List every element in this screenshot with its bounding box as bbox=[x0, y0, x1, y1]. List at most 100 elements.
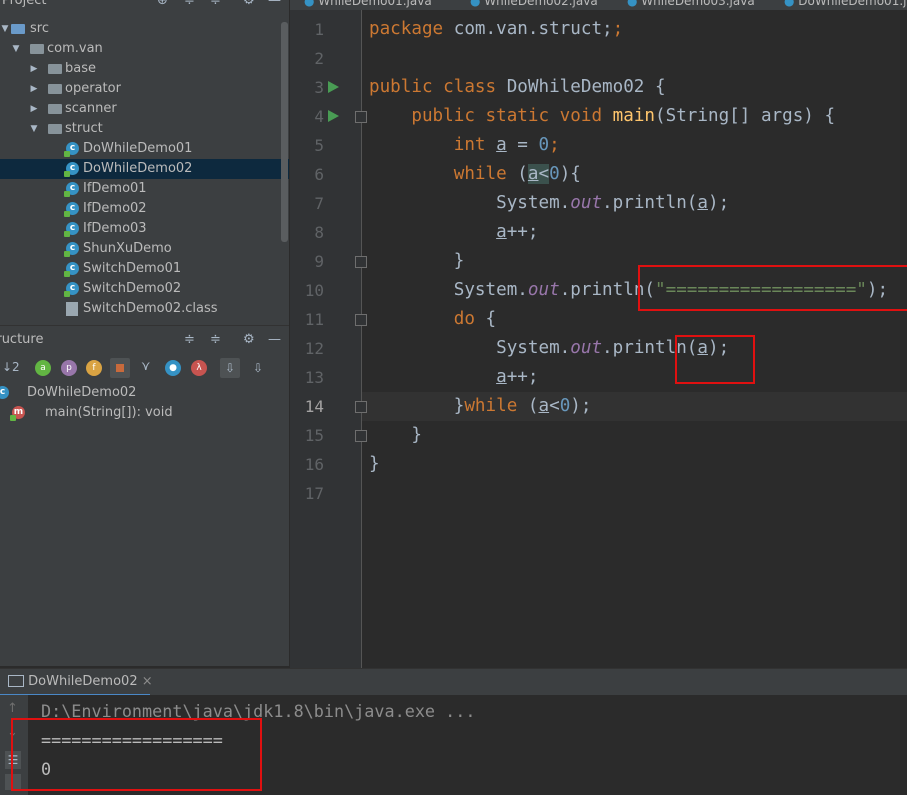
chevron-down-icon[interactable]: ▼ bbox=[0, 19, 10, 39]
run-main-icon[interactable] bbox=[328, 110, 339, 122]
tree-item-base[interactable]: ▶ base bbox=[0, 59, 289, 79]
tree-item-class-file[interactable]: SwitchDemo02.class bbox=[0, 299, 289, 319]
collapse-all-icon[interactable]: ≑ bbox=[210, 326, 221, 354]
non-public-icon[interactable] bbox=[110, 358, 130, 378]
line-number: 12 bbox=[304, 339, 324, 358]
fold-icon[interactable] bbox=[355, 430, 367, 442]
java-class-icon: c bbox=[64, 262, 79, 277]
structure-panel-title[interactable]: Structure bbox=[0, 326, 43, 354]
line-number: 9 bbox=[314, 252, 324, 271]
locate-icon[interactable]: ⊕ bbox=[157, 0, 168, 8]
code-line: int a = 0; bbox=[453, 135, 560, 155]
tree-item-label: DoWhileDemo02 bbox=[83, 161, 193, 176]
tab-label: WhileDemo03.java bbox=[641, 0, 755, 8]
tree-item-struct[interactable]: ▼ struct bbox=[0, 119, 289, 139]
tree-item-label: scanner bbox=[65, 101, 117, 116]
inherited-icon[interactable]: ⋎ bbox=[141, 359, 151, 374]
tab-whiledemo03[interactable]: ● WhileDemo03.java bbox=[627, 0, 755, 8]
java-class-icon: ● bbox=[784, 0, 799, 8]
console-icon bbox=[8, 674, 24, 687]
expand-all-icon[interactable]: ≑ bbox=[210, 0, 221, 8]
show-members-icon[interactable]: ● bbox=[165, 360, 181, 376]
source-folder-icon bbox=[11, 24, 25, 34]
run-class-icon[interactable] bbox=[328, 81, 339, 93]
chevron-down-icon[interactable]: ▼ bbox=[11, 39, 21, 59]
project-panel-title[interactable]: Project bbox=[2, 0, 46, 8]
autoscroll-to-source-icon[interactable]: ⇩ bbox=[220, 358, 240, 378]
close-icon[interactable]: × bbox=[142, 674, 153, 689]
tree-item-label: struct bbox=[65, 121, 103, 136]
tree-item-label: src bbox=[30, 21, 49, 36]
java-class-icon: c bbox=[64, 222, 79, 237]
field-icon[interactable]: f bbox=[86, 360, 102, 376]
code-line: do { bbox=[453, 309, 497, 329]
project-panel: Project ⊕ ≑ ≑ ⚙ — ▼ src ▼ com.van ▶ base… bbox=[0, 0, 289, 325]
tab-whiledemo01[interactable]: ● WhileDemo01.java bbox=[304, 0, 432, 8]
tree-item-label: DoWhileDemo01 bbox=[83, 141, 193, 156]
tab-dowhiledemo01[interactable]: ● DoWhileDemo01.j bbox=[784, 0, 906, 8]
code-line: } bbox=[369, 454, 380, 474]
autoscroll-from-source-icon[interactable]: ⇩ bbox=[248, 358, 268, 378]
tree-item-label: IfDemo02 bbox=[83, 201, 147, 216]
tree-item-class[interactable]: c IfDemo01 bbox=[0, 179, 289, 199]
package-icon bbox=[30, 44, 44, 54]
fold-icon[interactable] bbox=[355, 256, 367, 268]
tree-item-com-van[interactable]: ▼ com.van bbox=[0, 39, 289, 59]
fold-icon[interactable] bbox=[355, 401, 367, 413]
run-tab[interactable]: DoWhileDemo02 × bbox=[8, 672, 153, 692]
minimize-icon[interactable]: — bbox=[268, 326, 281, 354]
code-line-current: }while (a<0); bbox=[453, 396, 592, 416]
annotation-box-separator-print bbox=[638, 265, 907, 311]
tree-item-class[interactable]: c SwitchDemo01 bbox=[0, 259, 289, 279]
java-class-icon: c bbox=[64, 162, 79, 177]
tree-item-class[interactable]: c IfDemo03 bbox=[0, 219, 289, 239]
editor-tab-bar: ● WhileDemo01.java ● WhileDemo02.java ● … bbox=[290, 0, 907, 10]
tree-item-class[interactable]: c ShunXuDemo bbox=[0, 239, 289, 259]
code-line: } bbox=[453, 251, 465, 271]
structure-item-label: main(String[]): void bbox=[45, 405, 173, 420]
project-scrollbar[interactable] bbox=[281, 22, 288, 242]
lambda-icon[interactable]: λ bbox=[191, 360, 207, 376]
line-number: 8 bbox=[314, 223, 324, 242]
tree-item-class[interactable]: c SwitchDemo02 bbox=[0, 279, 289, 299]
tab-label: WhileDemo01.java bbox=[318, 0, 432, 8]
tree-item-label: SwitchDemo02.class bbox=[83, 301, 218, 316]
property-icon[interactable]: p bbox=[61, 360, 77, 376]
chevron-right-icon[interactable]: ▶ bbox=[29, 79, 39, 99]
collapse-all-icon[interactable]: ≑ bbox=[184, 0, 195, 8]
package-icon bbox=[48, 104, 62, 114]
anonymous-icon[interactable]: a bbox=[35, 360, 51, 376]
code-line: a++; bbox=[496, 367, 539, 387]
tree-item-label: com.van bbox=[47, 41, 103, 56]
gear-icon[interactable]: ⚙ bbox=[243, 0, 255, 8]
gear-icon[interactable]: ⚙ bbox=[243, 326, 255, 354]
expand-all-icon[interactable]: ≑ bbox=[184, 326, 195, 354]
line-number: 5 bbox=[314, 136, 324, 155]
tree-item-class[interactable]: c DoWhileDemo01 bbox=[0, 139, 289, 159]
tree-item-label: ShunXuDemo bbox=[83, 241, 172, 256]
chevron-right-icon[interactable]: ▶ bbox=[29, 59, 39, 79]
tree-item-label: SwitchDemo02 bbox=[83, 281, 182, 296]
sort-visibility-icon[interactable]: ↓2 bbox=[2, 360, 20, 374]
tree-item-class-selected[interactable]: c DoWhileDemo02 bbox=[0, 159, 289, 179]
code-line: a++; bbox=[496, 222, 539, 242]
tree-item-scanner[interactable]: ▶ scanner bbox=[0, 99, 289, 119]
tab-whiledemo02[interactable]: ● WhileDemo02.java bbox=[470, 0, 598, 8]
structure-item-method[interactable]: m main(String[]): void bbox=[0, 403, 289, 423]
chevron-right-icon[interactable]: ▶ bbox=[29, 99, 39, 119]
fold-icon[interactable] bbox=[355, 314, 367, 326]
line-number: 3 bbox=[314, 78, 324, 97]
line-number: 2 bbox=[314, 49, 324, 68]
tree-item-operator[interactable]: ▶ operator bbox=[0, 79, 289, 99]
code-line: public class DoWhileDemo02 { bbox=[369, 77, 666, 97]
minimize-icon[interactable]: — bbox=[268, 0, 281, 8]
arrow-up-icon[interactable]: ↑ bbox=[7, 701, 18, 716]
java-class-icon: c bbox=[64, 142, 79, 157]
code-line: package com.van.struct;; bbox=[369, 19, 624, 39]
chevron-down-icon[interactable]: ▼ bbox=[29, 119, 39, 139]
structure-item-class[interactable]: c DoWhileDemo02 bbox=[0, 383, 289, 403]
fold-icon[interactable] bbox=[355, 111, 367, 123]
tree-item-class[interactable]: c IfDemo02 bbox=[0, 199, 289, 219]
java-class-icon: ● bbox=[304, 0, 319, 8]
tree-item-src[interactable]: ▼ src bbox=[0, 19, 289, 39]
